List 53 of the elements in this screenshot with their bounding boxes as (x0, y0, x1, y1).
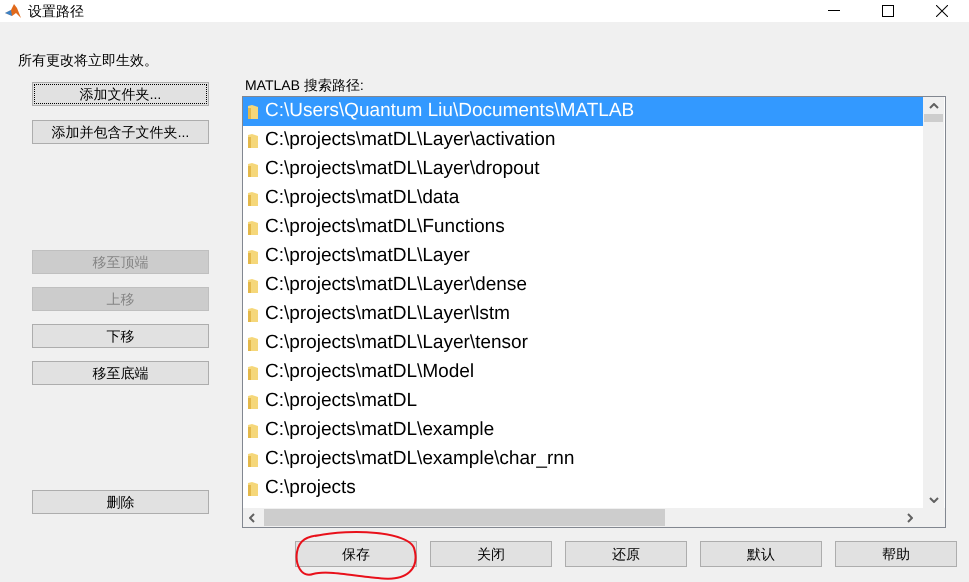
path-row[interactable]: C:\projects\matDL\example\char_rnn (243, 445, 923, 474)
folder-icon (247, 220, 259, 236)
dialog-button[interactable]: 帮助 (835, 541, 957, 567)
path-row[interactable]: C:\projects\matDL\Layer (243, 242, 923, 271)
dialog-button[interactable]: 关闭 (430, 541, 552, 567)
dialog-button[interactable]: 默认 (700, 541, 822, 567)
folder-icon (247, 162, 259, 178)
path-row[interactable]: C:\projects\matDL\Layer\lstm (243, 300, 923, 329)
path-row[interactable]: C:\projects\matDL\Functions (243, 213, 923, 242)
folder-icon (247, 306, 259, 322)
folder-icon (247, 422, 259, 438)
close-icon (936, 5, 948, 17)
dialog-button[interactable]: 保存 (295, 541, 417, 567)
window-title: 设置路径 (28, 2, 84, 20)
side-button[interactable]: 下移 (32, 324, 209, 348)
folder-icon (247, 452, 259, 468)
list-label: MATLAB 搜索路径: (245, 76, 365, 94)
path-row[interactable]: C:\projects\matDL\example (243, 416, 923, 445)
app-logo-icon (4, 2, 22, 20)
side-button[interactable]: 移至底端 (32, 361, 209, 385)
folder-icon (247, 278, 259, 294)
side-button[interactable]: 添加文件夹... (32, 82, 209, 106)
path-listbox[interactable] (242, 96, 946, 528)
folder-icon (247, 364, 259, 380)
scroll-up-icon[interactable] (928, 103, 938, 109)
horizontal-scrollbar[interactable] (243, 508, 945, 527)
path-row[interactable]: C:\projects\matDL\Layer\activation (243, 126, 923, 155)
side-button[interactable]: 删除 (32, 490, 209, 514)
folder-icon (247, 190, 259, 206)
scroll-left-icon[interactable] (249, 512, 255, 522)
vertical-scrollbar[interactable] (923, 97, 944, 508)
scrollbar-thumb[interactable] (924, 114, 943, 122)
folder-icon (247, 248, 259, 264)
folder-icon (247, 480, 259, 496)
scroll-down-icon[interactable] (928, 497, 938, 503)
path-row[interactable]: C:\projects\matDL\Layer\tensor (243, 329, 923, 358)
path-row[interactable]: C:\projects\matDL\Layer\dropout (243, 155, 923, 184)
scroll-right-icon[interactable] (907, 512, 913, 522)
folder-icon (247, 132, 259, 148)
notice-text: 所有更改将立即生效。 (18, 51, 159, 69)
path-row[interactable]: C:\projects\matDL\Layer\dense (243, 271, 923, 300)
scrollbar-thumb[interactable] (264, 509, 665, 526)
path-row[interactable]: C:\projects\matDL (243, 387, 923, 416)
path-row[interactable]: C:\projects (243, 474, 923, 503)
side-button[interactable]: 添加并包含子文件夹... (32, 120, 209, 144)
path-row[interactable]: C:\projects\matDL\Model (243, 358, 923, 387)
folder-icon (247, 336, 259, 352)
minimize-icon (828, 10, 840, 12)
folder-icon (247, 394, 259, 410)
dialog-button[interactable]: 还原 (565, 541, 687, 567)
maximize-icon (882, 5, 894, 17)
path-row[interactable]: C:\projects\matDL\data (243, 184, 923, 213)
folder-icon (247, 104, 259, 120)
